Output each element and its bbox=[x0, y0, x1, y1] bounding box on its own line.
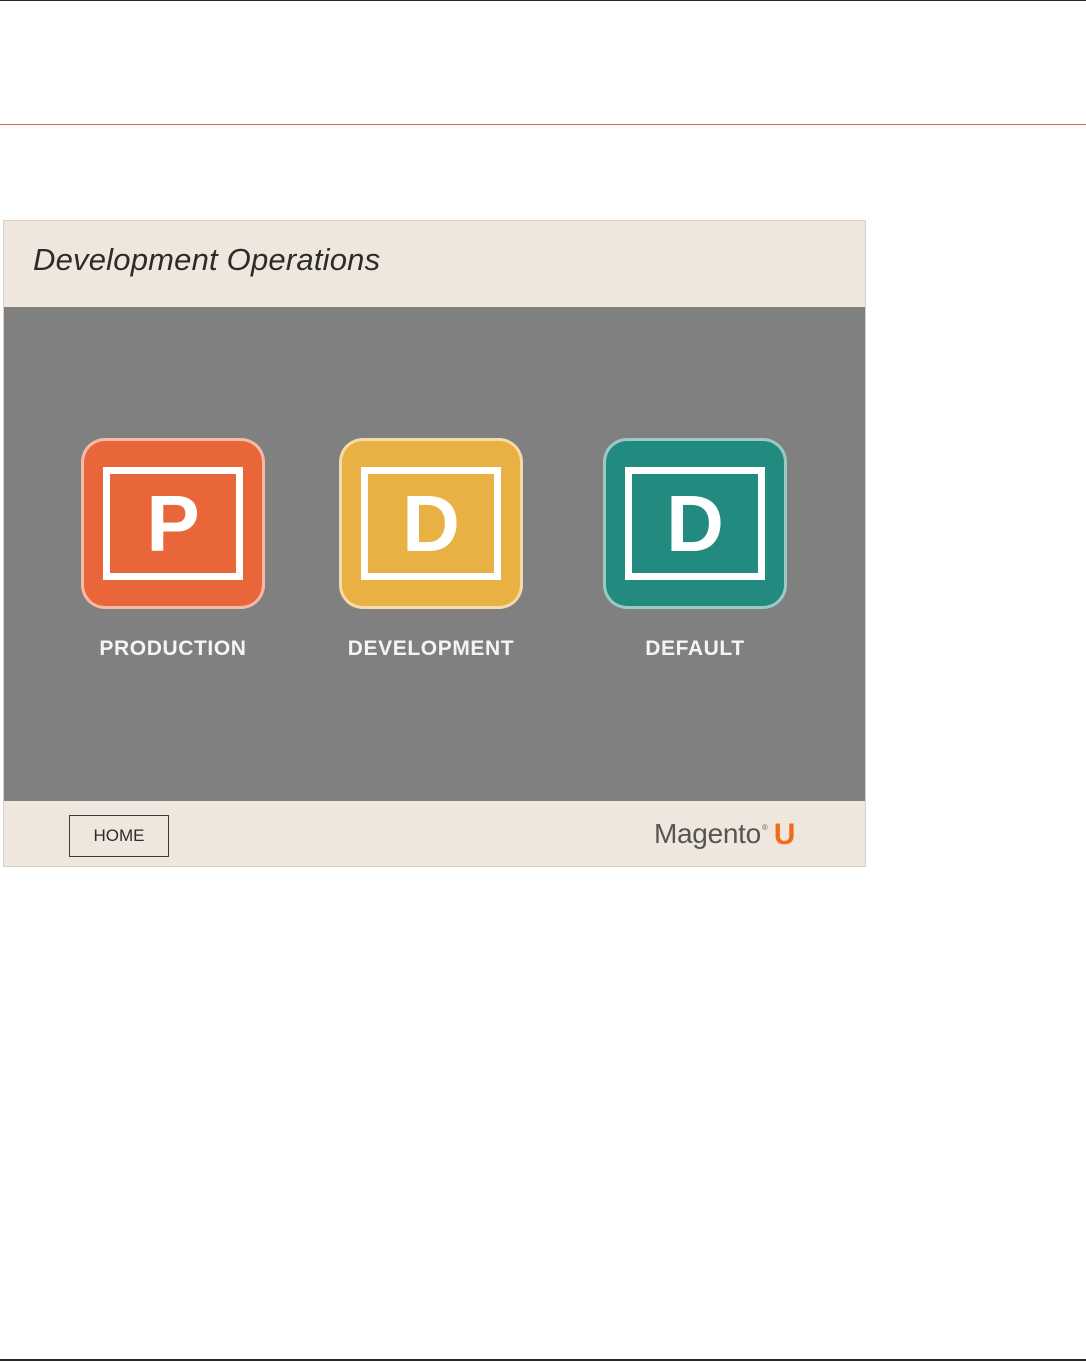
tile-frame: D bbox=[361, 467, 501, 580]
slide-header: Development Operations bbox=[4, 221, 865, 307]
top-rule bbox=[0, 0, 1086, 1]
production-tile-icon[interactable]: P bbox=[81, 438, 265, 609]
default-tile-icon[interactable]: D bbox=[603, 438, 787, 609]
mode-selection-stage: P PRODUCTION D DEVELOPMENT D DEFAULT bbox=[4, 307, 865, 801]
slide-frame: Development Operations P PRODUCTION D DE… bbox=[3, 220, 866, 867]
production-label[interactable]: PRODUCTION bbox=[81, 637, 265, 661]
default-label[interactable]: DEFAULT bbox=[603, 637, 787, 661]
logo-registered-mark: ® bbox=[761, 823, 768, 832]
development-label[interactable]: DEVELOPMENT bbox=[339, 637, 523, 661]
tile-frame: D bbox=[625, 467, 765, 580]
tile-letter: P bbox=[146, 478, 200, 568]
logo-wordmark: Magento bbox=[654, 818, 761, 849]
slide-footer: HOME Magento ® U bbox=[4, 801, 865, 866]
magento-u-logo: Magento ® U bbox=[654, 818, 795, 851]
bottom-rule bbox=[0, 1359, 1086, 1361]
logo-u-mark: U bbox=[773, 818, 796, 851]
development-tile-icon[interactable]: D bbox=[339, 438, 523, 609]
tile-letter: D bbox=[402, 478, 460, 568]
default-mode-button[interactable]: D DEFAULT bbox=[603, 438, 787, 661]
tile-letter: D bbox=[666, 478, 724, 568]
header-accent-rule bbox=[0, 124, 1086, 125]
production-mode-button[interactable]: P PRODUCTION bbox=[81, 438, 265, 661]
home-button[interactable]: HOME bbox=[69, 815, 169, 857]
slide-title: Development Operations bbox=[33, 242, 381, 277]
tile-frame: P bbox=[103, 467, 243, 580]
development-mode-button[interactable]: D DEVELOPMENT bbox=[339, 438, 523, 661]
